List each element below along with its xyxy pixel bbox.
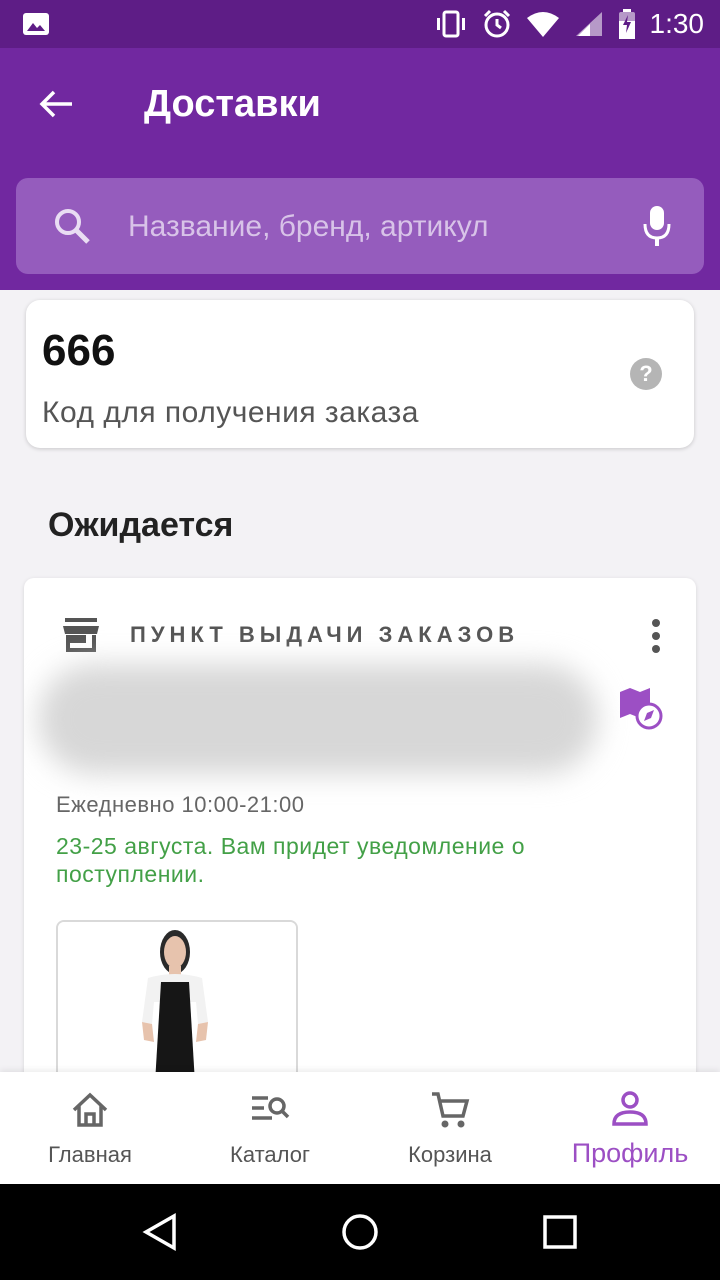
delivery-card: ПУНКТ ВЫДАЧИ ЗАКАЗОВ Ежедневно 10:00-21:… <box>24 578 696 1098</box>
nav-label-catalog: Каталог <box>230 1142 310 1167</box>
wifi-icon <box>526 12 559 37</box>
home-icon <box>72 1092 108 1127</box>
map-navigate-icon[interactable] <box>618 686 664 730</box>
store-icon <box>63 618 99 652</box>
nav-item-profile[interactable]: Профиль <box>540 1072 720 1184</box>
catalog-search-icon <box>252 1096 290 1120</box>
vibrate-icon <box>436 10 465 38</box>
section-title: Ожидается <box>48 506 234 544</box>
nav-label-cart: Корзина <box>408 1142 492 1167</box>
home-circle-icon[interactable] <box>340 1212 380 1252</box>
nav-label-home: Главная <box>48 1142 132 1167</box>
profile-icon <box>612 1091 648 1126</box>
help-icon[interactable]: ? <box>630 358 662 390</box>
search-input[interactable]: Название, бренд, артикул <box>128 210 489 244</box>
microphone-icon[interactable] <box>642 204 672 248</box>
page-title: Доставки <box>144 83 321 125</box>
nav-label-profile: Профиль <box>571 1138 689 1168</box>
search-bar[interactable]: Название, бренд, артикул <box>16 178 704 274</box>
signal-icon <box>575 12 602 36</box>
more-vert-icon[interactable] <box>646 618 666 654</box>
pickup-hours: Ежедневно 10:00-21:00 <box>56 792 305 817</box>
recents-square-icon[interactable] <box>540 1212 580 1252</box>
back-arrow-icon[interactable] <box>36 84 76 124</box>
delivery-eta: 23-25 августа. Вам придет уведомление о … <box>56 833 526 887</box>
alarm-icon <box>483 9 510 38</box>
pickup-point-label: ПУНКТ ВЫДАЧИ ЗАКАЗОВ <box>130 622 520 647</box>
status-bar: 1:30 <box>0 0 720 48</box>
pickup-code-label: Код для получения заказа <box>42 396 419 429</box>
search-icon[interactable] <box>52 206 92 246</box>
gallery-icon <box>23 13 49 35</box>
nav-item-catalog[interactable]: Каталог <box>180 1072 360 1184</box>
nav-item-home[interactable]: Главная <box>0 1072 180 1184</box>
pickup-code-card: 666 Код для получения заказа ? <box>26 300 694 448</box>
system-navigation-bar <box>0 1184 720 1280</box>
pickup-code: 666 <box>42 326 116 375</box>
bottom-navigation: Главная Каталог Корзина Профиль <box>0 1072 720 1184</box>
status-time: 1:30 <box>649 8 705 39</box>
back-triangle-icon[interactable] <box>140 1212 180 1252</box>
pickup-address-blurred <box>38 664 598 774</box>
battery-icon <box>618 9 635 39</box>
cart-icon <box>432 1092 470 1128</box>
nav-item-cart[interactable]: Корзина <box>360 1072 540 1184</box>
